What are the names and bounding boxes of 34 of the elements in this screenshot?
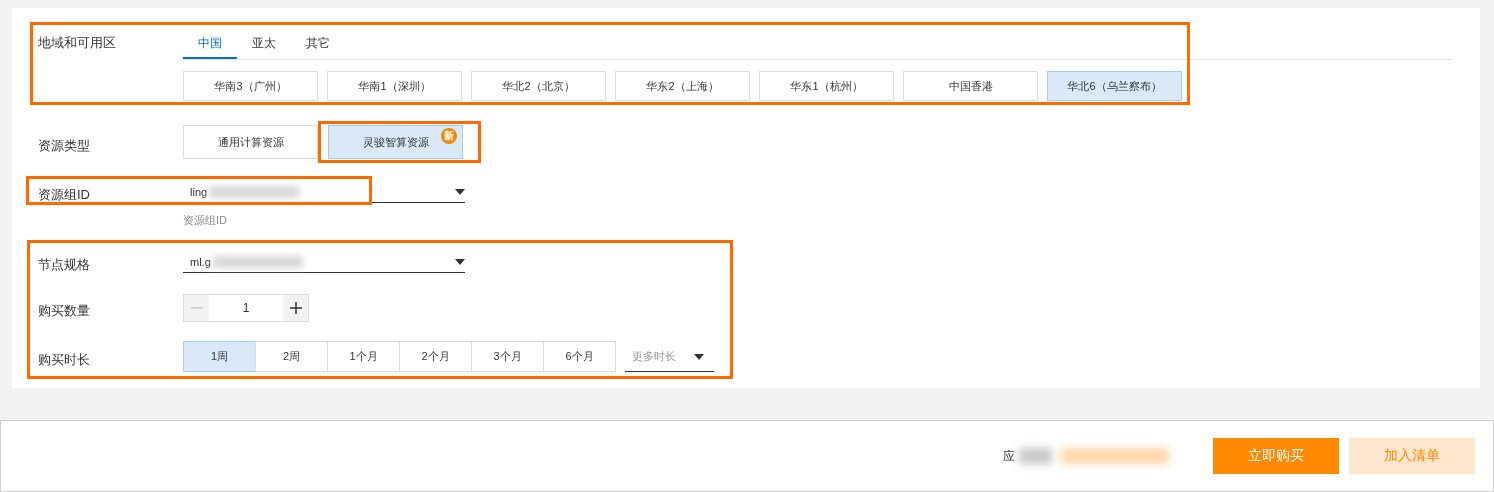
region-tab[interactable]: 亚太: [237, 30, 291, 59]
quantity-value[interactable]: 1: [209, 295, 283, 321]
field-hint: 资源组ID: [183, 213, 228, 228]
duration-option[interactable]: 2个月: [399, 341, 472, 372]
region-tab[interactable]: 其它: [291, 30, 345, 59]
field-label: 资源组ID: [38, 186, 91, 204]
zone-option[interactable]: 华北2（北京）: [471, 71, 606, 101]
zone-option[interactable]: 华东2（上海）: [615, 71, 750, 101]
caret-icon: [694, 354, 704, 360]
zone-option[interactable]: 华北6（乌兰察布）: [1047, 71, 1182, 101]
duration-option[interactable]: 2周: [255, 341, 328, 372]
duration-option[interactable]: 6个月: [543, 341, 616, 372]
plus-icon: [289, 302, 302, 314]
node-spec-select[interactable]: ml.g: [183, 251, 465, 273]
field-label: 地域和可用区: [38, 34, 117, 52]
region-tab[interactable]: 中国: [183, 30, 237, 59]
duration-option[interactable]: 3个月: [471, 341, 544, 372]
caret-icon: [455, 259, 465, 265]
zone-option[interactable]: 华南3（广州）: [183, 71, 318, 101]
duration-option[interactable]: 1周: [183, 341, 256, 372]
caret-icon: [455, 189, 465, 195]
zone-option[interactable]: 华东1（杭州）: [759, 71, 894, 101]
resource-group-select[interactable]: ling: [183, 181, 465, 203]
duration-option[interactable]: 1个月: [327, 341, 400, 372]
increment-button[interactable]: [283, 295, 308, 321]
field-label: 购买时长: [38, 351, 91, 369]
field-label: 购买数量: [38, 302, 91, 320]
minus-icon: [190, 307, 203, 309]
field-label: 节点规格: [38, 256, 91, 274]
resource-type-option[interactable]: 通用计算资源: [183, 125, 318, 159]
price-label: 应: [1003, 447, 1015, 465]
zone-option[interactable]: 中国香港: [903, 71, 1038, 101]
field-label: 资源类型: [38, 137, 91, 155]
zone-option[interactable]: 华南1（深圳）: [327, 71, 462, 101]
